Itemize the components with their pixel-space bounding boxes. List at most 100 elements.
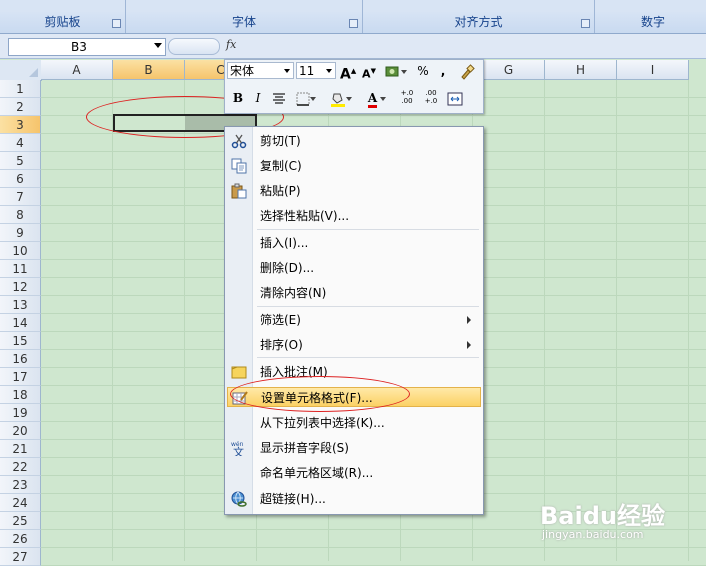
bold-button[interactable]: B xyxy=(231,89,245,107)
font-color-button[interactable]: A xyxy=(363,89,391,108)
row-header-1[interactable]: 1 xyxy=(0,80,41,98)
chevron-down-icon[interactable] xyxy=(380,96,387,101)
chevron-down-icon[interactable] xyxy=(154,43,162,48)
menu-item-name-range[interactable]: 命名单元格区域(R)... xyxy=(227,463,481,483)
row-header-6[interactable]: 6 xyxy=(0,170,41,188)
menu-item-delete[interactable]: 删除(D)... xyxy=(227,258,481,278)
menu-item-pick-from-list[interactable]: 从下拉列表中选择(K)... xyxy=(227,413,481,433)
row-header-13[interactable]: 13 xyxy=(0,296,41,314)
formula-toggle[interactable] xyxy=(168,38,220,55)
row-header-7[interactable]: 7 xyxy=(0,188,41,206)
row-header-12[interactable]: 12 xyxy=(0,278,41,296)
shrink-font-icon: A xyxy=(362,67,371,81)
menu-item-label: 删除(D)... xyxy=(260,261,315,275)
dialog-launcher-icon[interactable] xyxy=(112,19,121,28)
column-header-h[interactable]: H xyxy=(545,60,617,80)
increase-decimal-button[interactable]: +.0 .00 xyxy=(397,89,417,107)
grow-font-icon: A xyxy=(340,66,351,83)
row-header-20[interactable]: 20 xyxy=(0,422,41,440)
menu-item-hyperlink[interactable]: 超链接(H)... xyxy=(227,489,481,509)
font-name-value: 宋体 xyxy=(230,64,255,78)
menu-item-label: 超链接(H)... xyxy=(260,492,326,506)
row-header-9[interactable]: 9 xyxy=(0,224,41,242)
menu-item-cut[interactable]: 剪切(T) xyxy=(227,131,481,151)
menu-item-paste[interactable]: 粘贴(P) xyxy=(227,181,481,201)
row-header-26[interactable]: 26 xyxy=(0,530,41,548)
row-header-10[interactable]: 10 xyxy=(0,242,41,260)
gridline-vertical xyxy=(184,80,185,561)
merge-center-button[interactable] xyxy=(445,89,465,107)
svg-text:文: 文 xyxy=(233,445,244,456)
row-header-16[interactable]: 16 xyxy=(0,350,41,368)
row-header-19[interactable]: 19 xyxy=(0,404,41,422)
insert-function-icon[interactable]: fx xyxy=(226,38,236,51)
borders-button[interactable] xyxy=(293,89,319,107)
row-header-5[interactable]: 5 xyxy=(0,152,41,170)
menu-separator xyxy=(257,229,479,230)
menu-item-paste-special[interactable]: 选择性粘贴(V)... xyxy=(227,206,481,226)
font-size-value: 11 xyxy=(299,64,315,78)
menu-item-sort[interactable]: 排序(O) xyxy=(227,335,481,355)
fill-color-button[interactable] xyxy=(327,89,355,107)
paste-icon xyxy=(231,183,247,199)
chevron-down-icon[interactable] xyxy=(346,96,352,101)
row-header-23[interactable]: 23 xyxy=(0,476,41,494)
percent-button[interactable]: % xyxy=(415,62,431,80)
row-header-3[interactable]: 3 xyxy=(0,116,41,134)
row-header-21[interactable]: 21 xyxy=(0,440,41,458)
column-header-a[interactable]: A xyxy=(41,60,113,80)
ribbon-group-alignment: 对齐方式 xyxy=(363,0,595,33)
column-header-i[interactable]: I xyxy=(617,60,689,80)
shrink-font-button[interactable]: A▼ xyxy=(361,62,377,81)
menu-item-show-phonetic[interactable]: wén 文显示拼音字段(S) xyxy=(227,438,481,459)
row-header-25[interactable]: 25 xyxy=(0,512,41,530)
format-painter-button[interactable] xyxy=(457,62,477,80)
menu-item-filter[interactable]: 筛选(E) xyxy=(227,310,481,330)
mini-toolbar: 宋体 11 A▲ A▼ % , B I A +.0 .00 .00 +.0 xyxy=(224,59,484,114)
menu-item-clear-contents[interactable]: 清除内容(N) xyxy=(227,283,481,303)
grow-font-button[interactable]: A▲ xyxy=(340,62,356,83)
row-header-15[interactable]: 15 xyxy=(0,332,41,350)
gridline-vertical xyxy=(112,80,113,561)
italic-button[interactable]: I xyxy=(251,89,265,107)
row-header-27[interactable]: 27 xyxy=(0,548,41,566)
menu-item-label: 复制(C) xyxy=(260,159,302,173)
row-header-14[interactable]: 14 xyxy=(0,314,41,332)
watermark: Baidu经验 jingyan.baidu.com xyxy=(540,488,700,548)
menu-item-label: 清除内容(N) xyxy=(260,286,327,300)
dialog-launcher-icon[interactable] xyxy=(581,19,590,28)
name-box[interactable]: B3 xyxy=(8,38,166,56)
context-menu: 剪切(T) 复制(C) 粘贴(P) 选择性粘贴(V)... 插入(I)... 删除(D).… xyxy=(224,126,484,515)
submenu-arrow-icon xyxy=(467,316,471,324)
chevron-down-icon[interactable] xyxy=(310,96,316,101)
row-header-18[interactable]: 18 xyxy=(0,386,41,404)
chevron-down-icon[interactable] xyxy=(284,69,290,73)
row-header-17[interactable]: 17 xyxy=(0,368,41,386)
comma-style-button[interactable]: , xyxy=(437,62,449,80)
merge-center-icon xyxy=(447,92,463,105)
row-header-22[interactable]: 22 xyxy=(0,458,41,476)
center-align-button[interactable] xyxy=(271,89,287,107)
row-header-2[interactable]: 2 xyxy=(0,98,41,116)
select-all-corner[interactable] xyxy=(0,60,42,81)
chevron-down-icon[interactable] xyxy=(326,69,332,73)
increase-decimal-icon: +.0 .00 xyxy=(400,89,414,105)
accounting-format-button[interactable] xyxy=(383,62,409,80)
menu-item-copy[interactable]: 复制(C) xyxy=(227,156,481,176)
font-color-icon: A xyxy=(367,92,378,108)
row-header-24[interactable]: 24 xyxy=(0,494,41,512)
name-box-value: B3 xyxy=(71,40,87,54)
row-header-11[interactable]: 11 xyxy=(0,260,41,278)
menu-separator xyxy=(257,306,479,307)
scissors-icon xyxy=(231,133,247,149)
row-header-8[interactable]: 8 xyxy=(0,206,41,224)
menu-item-insert[interactable]: 插入(I)... xyxy=(227,233,481,253)
column-header-b[interactable]: B xyxy=(113,60,185,80)
font-size-box[interactable]: 11 xyxy=(296,62,336,79)
decrease-decimal-button[interactable]: .00 +.0 xyxy=(421,89,441,107)
font-name-box[interactable]: 宋体 xyxy=(227,62,294,79)
formula-bar: B3 fx xyxy=(0,34,706,59)
row-header-4[interactable]: 4 xyxy=(0,134,41,152)
chevron-down-icon[interactable] xyxy=(401,69,407,74)
dialog-launcher-icon[interactable] xyxy=(349,19,358,28)
